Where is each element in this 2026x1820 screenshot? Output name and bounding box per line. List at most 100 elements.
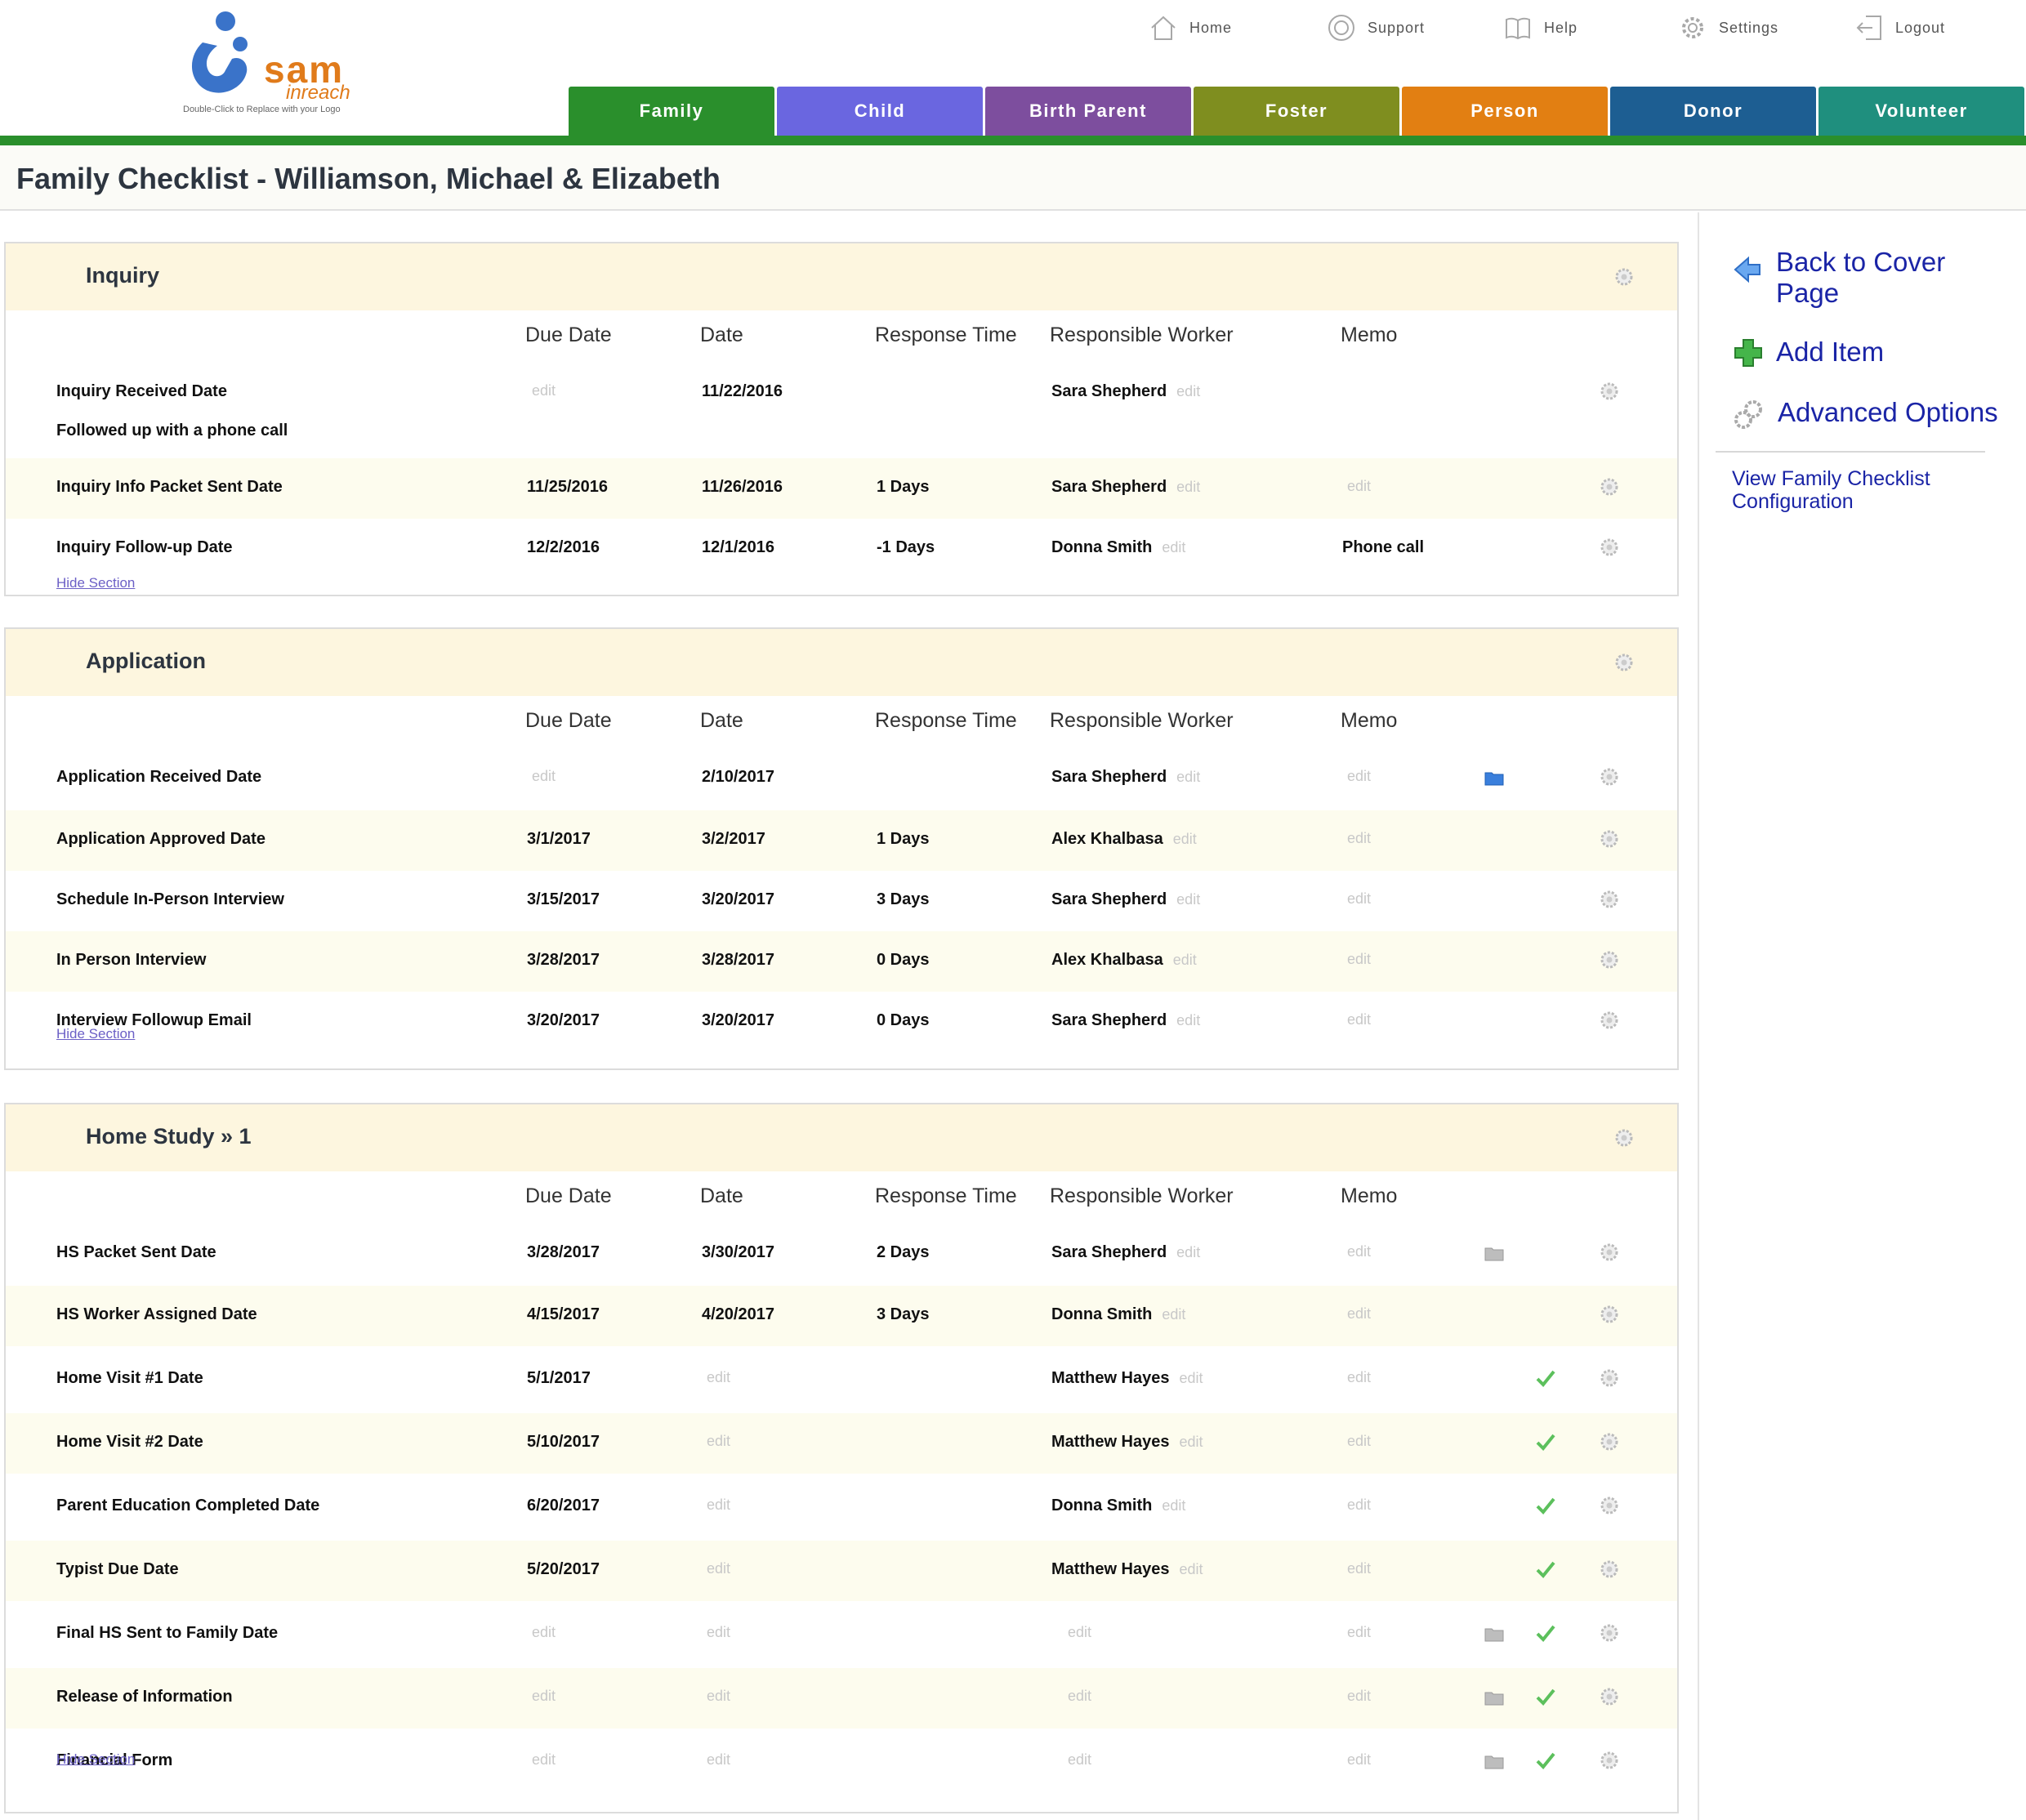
worker-edit-link[interactable]: edit: [1173, 831, 1197, 847]
memo-edit-link[interactable]: edit: [1347, 1688, 1371, 1705]
completed-date-edit-link[interactable]: edit: [707, 1369, 730, 1386]
row-settings-gear-icon[interactable]: [1599, 1010, 1620, 1031]
section-settings-gear-icon[interactable]: [1613, 652, 1635, 673]
completed-date-edit-link[interactable]: edit: [707, 1433, 730, 1450]
memo-edit-link[interactable]: edit: [1347, 1305, 1371, 1323]
folder-icon[interactable]: [1484, 1245, 1504, 1261]
worker-name: Matthew Hayes: [1051, 1433, 1170, 1451]
memo-edit-link[interactable]: edit: [1347, 830, 1371, 847]
due-date-edit-link[interactable]: edit: [532, 1624, 556, 1641]
folder-icon[interactable]: [1484, 1626, 1504, 1642]
worker-edit-link[interactable]: edit: [1176, 383, 1200, 399]
memo-edit-link[interactable]: edit: [1347, 1497, 1371, 1514]
worker-edit-link[interactable]: edit: [1176, 1244, 1200, 1260]
worker-name: Sara Shepherd: [1051, 1011, 1167, 1029]
memo-edit-link[interactable]: edit: [1347, 1751, 1371, 1769]
tab-birth-parent[interactable]: Birth Parent: [985, 87, 1191, 136]
nav-support[interactable]: Support: [1327, 11, 1425, 44]
worker-edit-link[interactable]: edit: [1162, 1306, 1185, 1323]
folder-icon[interactable]: [1484, 1753, 1504, 1769]
worker-edit-link[interactable]: edit: [1068, 1688, 1091, 1705]
memo-edit-link[interactable]: edit: [1347, 478, 1371, 495]
folder-icon[interactable]: [1484, 1689, 1504, 1706]
check-icon[interactable]: [1535, 1495, 1556, 1516]
row-settings-gear-icon[interactable]: [1599, 828, 1620, 850]
row-settings-gear-icon[interactable]: [1599, 766, 1620, 787]
memo-edit-link[interactable]: edit: [1347, 1560, 1371, 1577]
row-settings-gear-icon[interactable]: [1599, 1495, 1620, 1516]
tab-volunteer[interactable]: Volunteer: [1818, 87, 2024, 136]
check-icon[interactable]: [1535, 1559, 1556, 1580]
memo-edit-link[interactable]: edit: [1347, 1624, 1371, 1641]
nav-help[interactable]: Help: [1503, 11, 1578, 44]
completed-date-edit-link[interactable]: edit: [707, 1624, 730, 1641]
worker-edit-link[interactable]: edit: [1176, 1012, 1200, 1028]
folder-icon[interactable]: [1484, 769, 1504, 786]
row-settings-gear-icon[interactable]: [1599, 1304, 1620, 1325]
worker-edit-link[interactable]: edit: [1068, 1751, 1091, 1769]
check-icon[interactable]: [1535, 1622, 1556, 1644]
row-settings-gear-icon[interactable]: [1599, 1686, 1620, 1707]
memo-edit-link[interactable]: edit: [1347, 1243, 1371, 1260]
hide-section-link[interactable]: Hide Section: [56, 575, 135, 591]
memo-edit-link[interactable]: edit: [1347, 1369, 1371, 1386]
due-date-edit-link[interactable]: edit: [532, 1751, 556, 1769]
memo-edit-link[interactable]: edit: [1347, 768, 1371, 785]
tab-family[interactable]: Family: [569, 87, 774, 136]
row-settings-gear-icon[interactable]: [1599, 1431, 1620, 1452]
row-settings-gear-icon[interactable]: [1599, 1750, 1620, 1771]
worker-edit-link[interactable]: edit: [1176, 769, 1200, 785]
row-settings-gear-icon[interactable]: [1599, 949, 1620, 970]
logo[interactable]: sam inreach Double-Click to Replace with…: [178, 10, 374, 116]
memo-edit-link[interactable]: edit: [1347, 890, 1371, 908]
view-config-link[interactable]: View Family Checklist Configuration: [1732, 467, 1993, 513]
worker-edit-link[interactable]: edit: [1180, 1561, 1203, 1577]
worker-edit-link[interactable]: edit: [1068, 1624, 1091, 1641]
row-settings-gear-icon[interactable]: [1599, 381, 1620, 402]
tab-person[interactable]: Person: [1402, 87, 1608, 136]
section-settings-gear-icon[interactable]: [1613, 1127, 1635, 1149]
row-settings-gear-icon[interactable]: [1599, 1559, 1620, 1580]
memo-edit-link[interactable]: edit: [1347, 951, 1371, 968]
row-settings-gear-icon[interactable]: [1599, 889, 1620, 910]
completed-date-edit-link[interactable]: edit: [707, 1688, 730, 1705]
row-settings-gear-icon[interactable]: [1599, 1242, 1620, 1263]
completed-date-edit-link[interactable]: edit: [707, 1560, 730, 1577]
check-icon[interactable]: [1535, 1367, 1556, 1389]
worker-edit-link[interactable]: edit: [1180, 1370, 1203, 1386]
tab-donor[interactable]: Donor: [1610, 87, 1816, 136]
completed-date-edit-link[interactable]: edit: [707, 1751, 730, 1769]
due-date-edit-link[interactable]: edit: [532, 382, 556, 399]
advanced-options-link[interactable]: Advanced Options: [1732, 397, 1998, 431]
check-icon[interactable]: [1535, 1750, 1556, 1771]
add-item-link[interactable]: Add Item: [1732, 337, 1884, 369]
worker-edit-link[interactable]: edit: [1173, 952, 1197, 968]
nav-settings[interactable]: Settings: [1678, 11, 1778, 44]
row-settings-gear-icon[interactable]: [1599, 1622, 1620, 1644]
worker-edit-link[interactable]: edit: [1180, 1434, 1203, 1450]
worker-edit-link[interactable]: edit: [1162, 539, 1185, 555]
back-to-cover-link[interactable]: Back to Cover Page: [1732, 247, 1977, 309]
row-settings-gear-icon[interactable]: [1599, 1367, 1620, 1389]
due-date-edit-link[interactable]: edit: [532, 1688, 556, 1705]
tab-child[interactable]: Child: [777, 87, 983, 136]
check-icon[interactable]: [1535, 1686, 1556, 1707]
section-settings-gear-icon[interactable]: [1613, 266, 1635, 288]
nav-home[interactable]: Home: [1149, 11, 1232, 44]
row-settings-gear-icon[interactable]: [1599, 537, 1620, 558]
tab-foster[interactable]: Foster: [1194, 87, 1399, 136]
nav-logout[interactable]: Logout: [1854, 11, 1945, 44]
check-icon[interactable]: [1535, 1431, 1556, 1452]
column-headers: Due Date Date Response Time Responsible Wor…: [6, 1171, 1677, 1222]
response-time: 0 Days: [877, 951, 930, 969]
worker-edit-link[interactable]: edit: [1176, 891, 1200, 908]
memo-edit-link[interactable]: edit: [1347, 1433, 1371, 1450]
row-settings-gear-icon[interactable]: [1599, 476, 1620, 497]
due-date-edit-link[interactable]: edit: [532, 768, 556, 785]
worker-edit-link[interactable]: edit: [1162, 1497, 1185, 1514]
hide-section-link[interactable]: Hide Section: [56, 1751, 135, 1768]
hide-section-link[interactable]: Hide Section: [56, 1026, 135, 1042]
worker-edit-link[interactable]: edit: [1176, 479, 1200, 495]
completed-date-edit-link[interactable]: edit: [707, 1497, 730, 1514]
memo-edit-link[interactable]: edit: [1347, 1011, 1371, 1028]
